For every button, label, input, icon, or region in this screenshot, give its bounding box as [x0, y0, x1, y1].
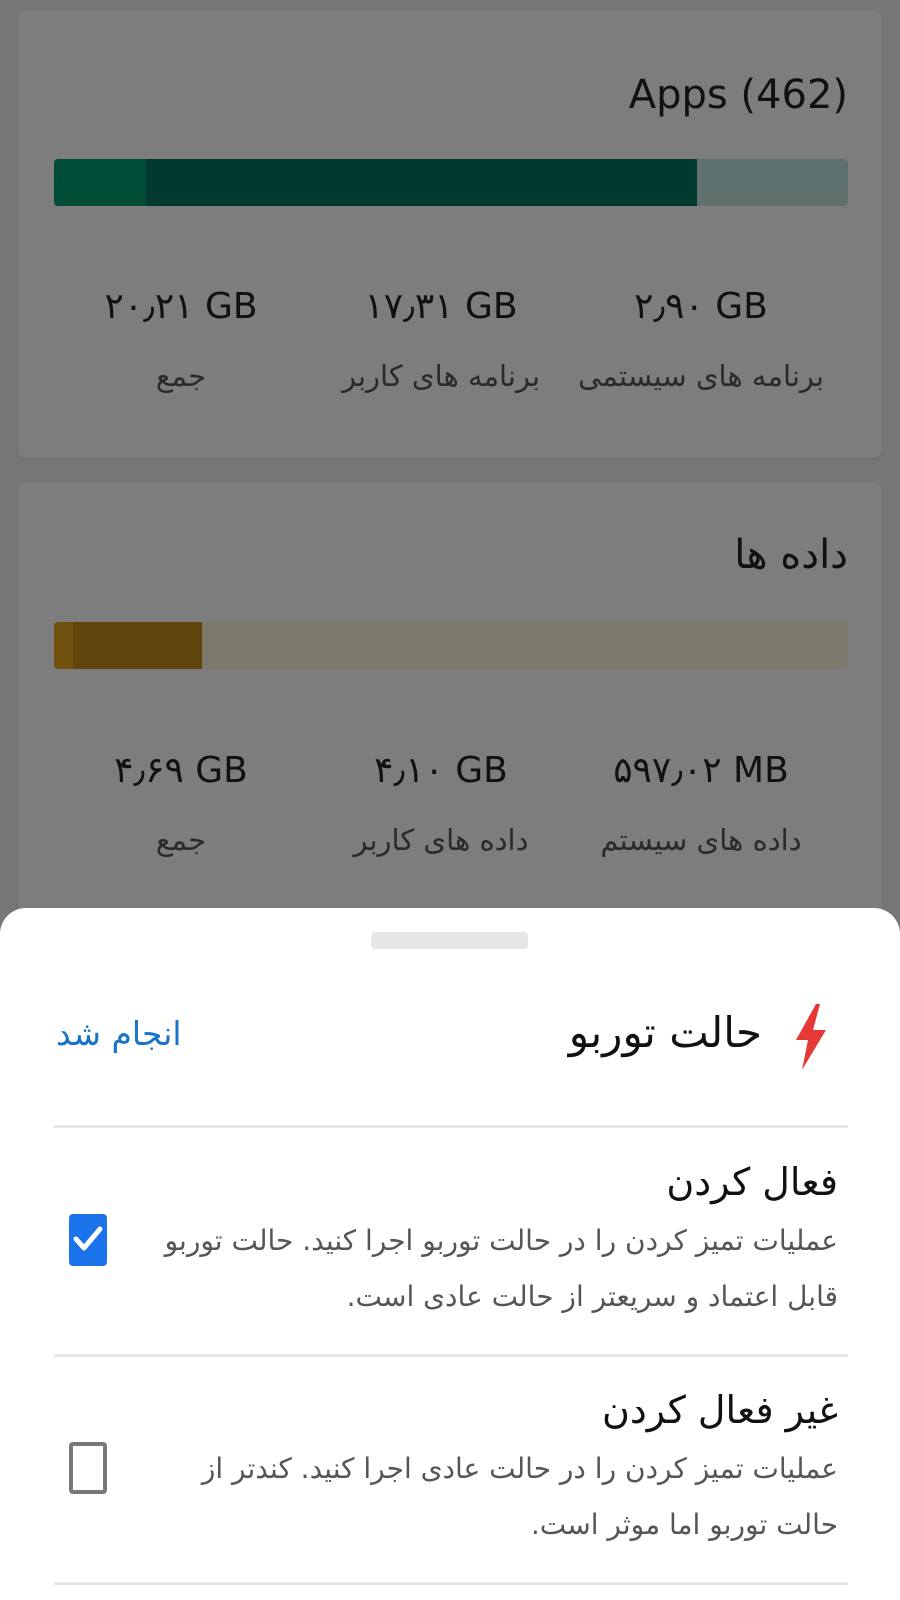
disable-checkbox[interactable]	[69, 1442, 107, 1494]
disable-option-description: عملیات تمیز کردن را در حالت عادی اجرا کن…	[201, 1452, 838, 1541]
done-button[interactable]: انجام شد	[56, 1014, 182, 1053]
disable-option-title: غیر فعال کردن	[601, 1388, 838, 1432]
turbo-mode-bottom-sheet: حالت توربو انجام شد فعال کردن عملیات تمی…	[0, 908, 900, 1600]
checkmark-icon	[73, 1226, 103, 1251]
lightning-bolt-icon	[796, 1004, 826, 1070]
enable-checkbox[interactable]	[69, 1214, 107, 1266]
divider	[54, 1125, 848, 1128]
sheet-drag-handle[interactable]	[371, 932, 528, 949]
divider	[54, 1582, 848, 1585]
sheet-title: حالت توربو	[568, 1008, 762, 1057]
enable-option-title: فعال کردن	[666, 1160, 838, 1204]
enable-option-description: عملیات تمیز کردن را در حالت توربو اجرا ک…	[164, 1224, 838, 1313]
divider	[54, 1354, 848, 1357]
